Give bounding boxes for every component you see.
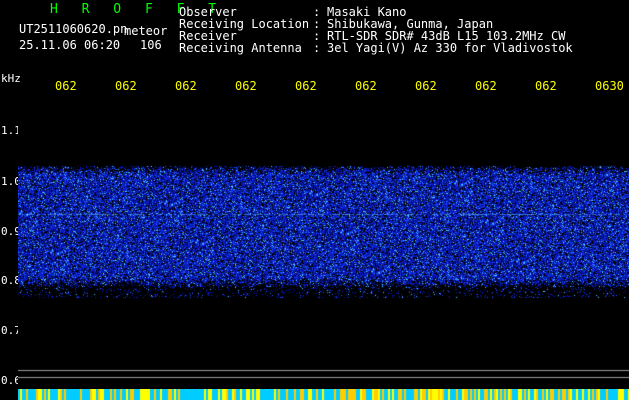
frequency-unit-label: kHz bbox=[1, 72, 21, 85]
time-tick-label: 062 bbox=[535, 79, 557, 93]
datetime-label: 25.11.06 06:20 bbox=[19, 38, 121, 52]
meteor-count: 106 bbox=[140, 38, 162, 52]
filename-label: UT2511060620.pn bbox=[19, 22, 128, 36]
time-tick-label: 062 bbox=[55, 79, 77, 93]
time-tick-label: 062 bbox=[295, 79, 317, 93]
activity-strip bbox=[18, 389, 629, 400]
meta-sep: : bbox=[313, 41, 321, 55]
time-tick-label: 062 bbox=[415, 79, 437, 93]
time-tick-label: 062 bbox=[235, 79, 257, 93]
time-tick-label: 062 bbox=[175, 79, 197, 93]
type-label: meteor bbox=[124, 24, 168, 38]
time-tick-label: 062 bbox=[355, 79, 377, 93]
meta-label-antenna: Receiving Antenna bbox=[179, 41, 302, 55]
time-tick-label: 062 bbox=[115, 79, 137, 93]
meta-value-antenna: 3el Yagi(V) Az 330 for Vladivostok bbox=[327, 41, 573, 55]
spectrogram bbox=[18, 96, 629, 389]
time-tick-label: 0630 bbox=[595, 79, 624, 93]
time-tick-label: 062 bbox=[475, 79, 497, 93]
